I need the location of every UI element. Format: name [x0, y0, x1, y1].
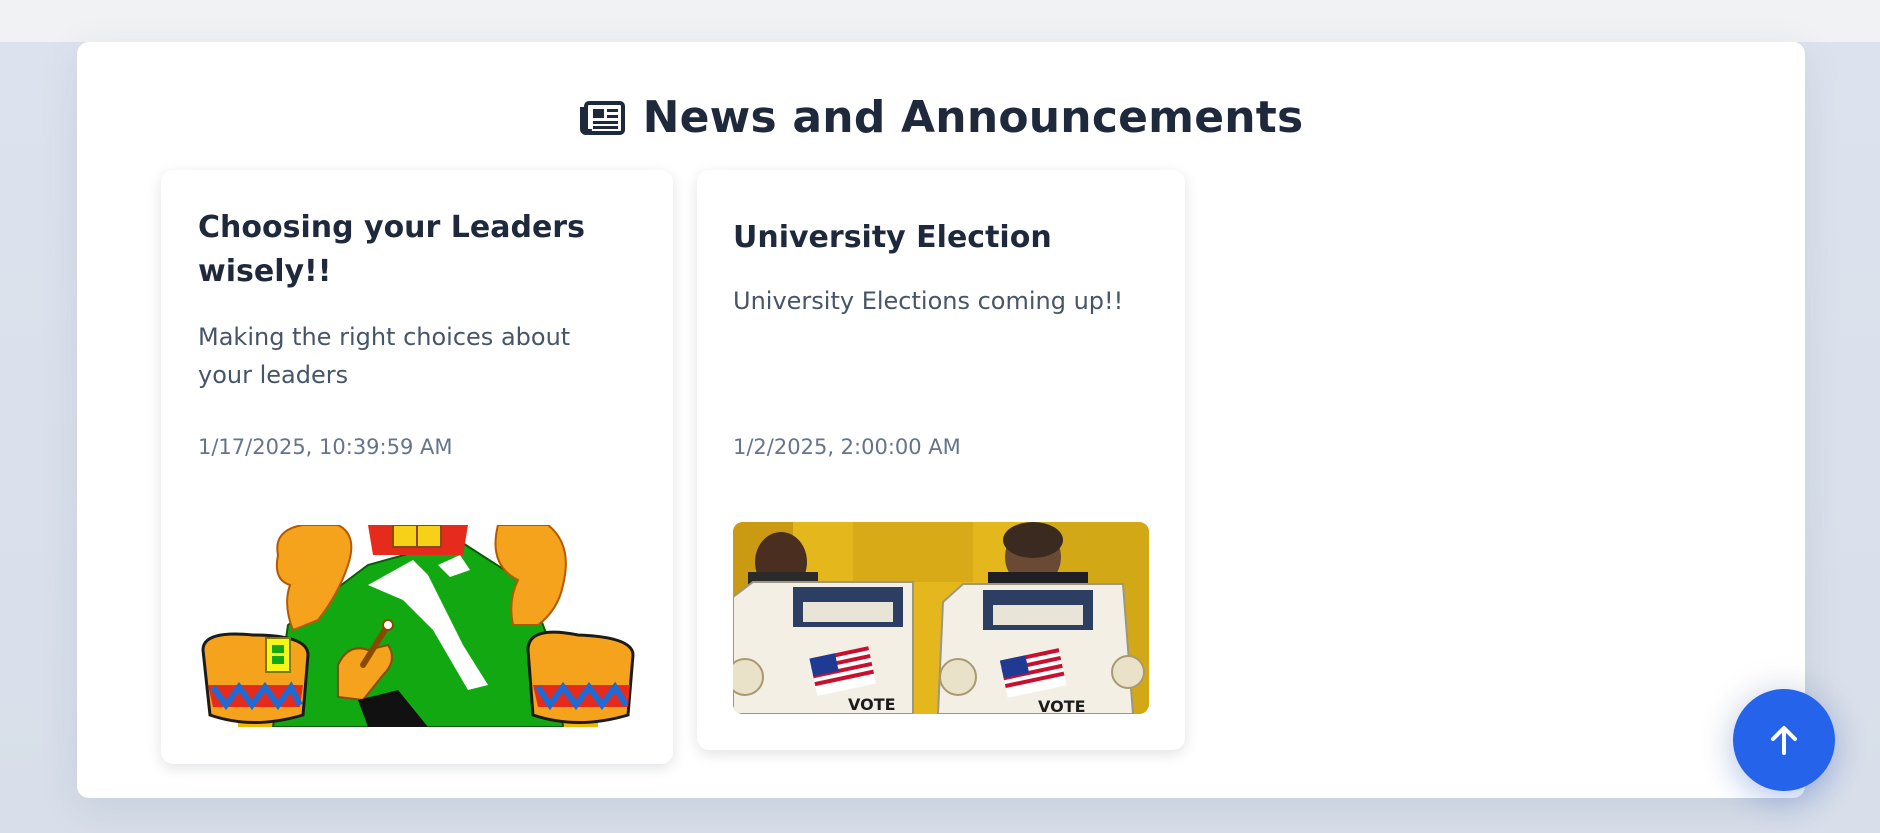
- top-bar: [0, 0, 1880, 42]
- arrow-up-icon: [1771, 726, 1797, 755]
- section-heading: News and Announcements: [77, 92, 1805, 143]
- section-title: News and Announcements: [642, 92, 1304, 143]
- scroll-to-top-button[interactable]: [1733, 689, 1835, 791]
- coat-of-arms-emblem: [201, 525, 635, 727]
- page: News and Announcements Choosing your Lea…: [0, 0, 1880, 833]
- voting-booth-photo: VOTE VOTE: [733, 522, 1149, 714]
- newspaper-icon: [579, 100, 625, 135]
- news-card-description: Making the right choices about your lead…: [198, 323, 571, 389]
- news-card-image: [198, 525, 636, 727]
- news-card-description: University Elections coming up!!: [733, 287, 1124, 315]
- news-card-date: 1/17/2025, 10:39:59 AM: [198, 435, 453, 459]
- news-card-image: VOTE VOTE: [733, 522, 1149, 714]
- vote-label: VOTE: [848, 695, 896, 714]
- news-card-title[interactable]: University Election: [733, 216, 1153, 260]
- news-card-date: 1/2/2025, 2:00:00 AM: [733, 435, 961, 459]
- news-card-title[interactable]: Choosing your Leaders wisely!!: [198, 206, 628, 294]
- news-card[interactable]: University Election University Elections…: [697, 170, 1185, 750]
- vote-label: VOTE: [1038, 697, 1086, 714]
- news-card[interactable]: Choosing your Leaders wisely!! Making th…: [161, 170, 673, 764]
